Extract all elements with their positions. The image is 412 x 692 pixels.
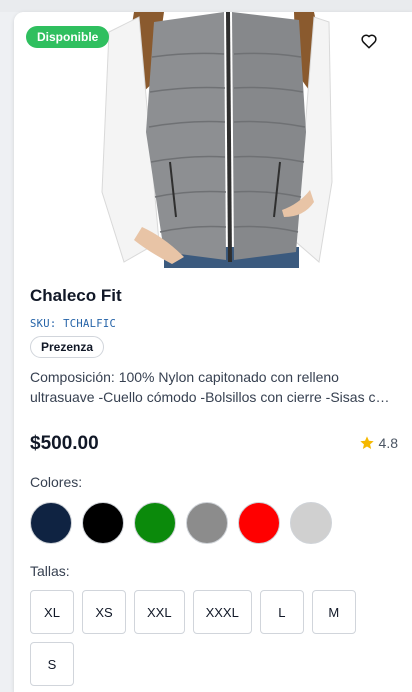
color-swatch-red[interactable] — [238, 502, 280, 544]
product-price: $500.00 — [30, 433, 99, 454]
color-swatch-green[interactable] — [134, 502, 176, 544]
size-option[interactable]: S — [30, 642, 74, 686]
color-swatch-black[interactable] — [82, 502, 124, 544]
product-description: Composición: 100% Nylon capitonado con r… — [30, 369, 392, 405]
product-card[interactable]: Disponible Chaleco Fit SKU: TCHALFIC Pre… — [14, 12, 412, 692]
size-option[interactable]: M — [311, 590, 356, 634]
color-swatch-light-gray[interactable] — [290, 502, 332, 544]
size-option[interactable]: L — [259, 590, 304, 634]
color-swatches — [30, 502, 332, 544]
product-image[interactable]: Disponible — [14, 12, 412, 268]
size-options: XL XS XXL XXXL L M S — [30, 590, 400, 686]
star-icon — [359, 436, 374, 449]
status-badge: Disponible — [26, 26, 110, 48]
vest-illustration — [101, 12, 333, 268]
rating-value: 4.8 — [378, 435, 398, 451]
favorite-button[interactable] — [360, 32, 392, 64]
top-strip — [0, 0, 412, 12]
product-rating: 4.8 — [359, 435, 398, 451]
size-option[interactable]: XXXL — [192, 590, 252, 634]
heart-outline-icon — [361, 34, 377, 49]
size-option[interactable]: XL — [30, 590, 74, 634]
size-option[interactable]: XS — [82, 590, 126, 634]
colors-label: Colores: — [30, 474, 83, 490]
brand-chip: Prezenza — [30, 336, 105, 358]
product-sku: SKU: TCHALFIC — [30, 318, 117, 330]
sizes-label: Tallas: — [30, 563, 70, 579]
color-swatch-navy[interactable] — [30, 502, 72, 544]
color-swatch-gray[interactable] — [186, 502, 228, 544]
size-option[interactable]: XXL — [134, 590, 185, 634]
product-title[interactable]: Chaleco Fit — [30, 286, 122, 306]
